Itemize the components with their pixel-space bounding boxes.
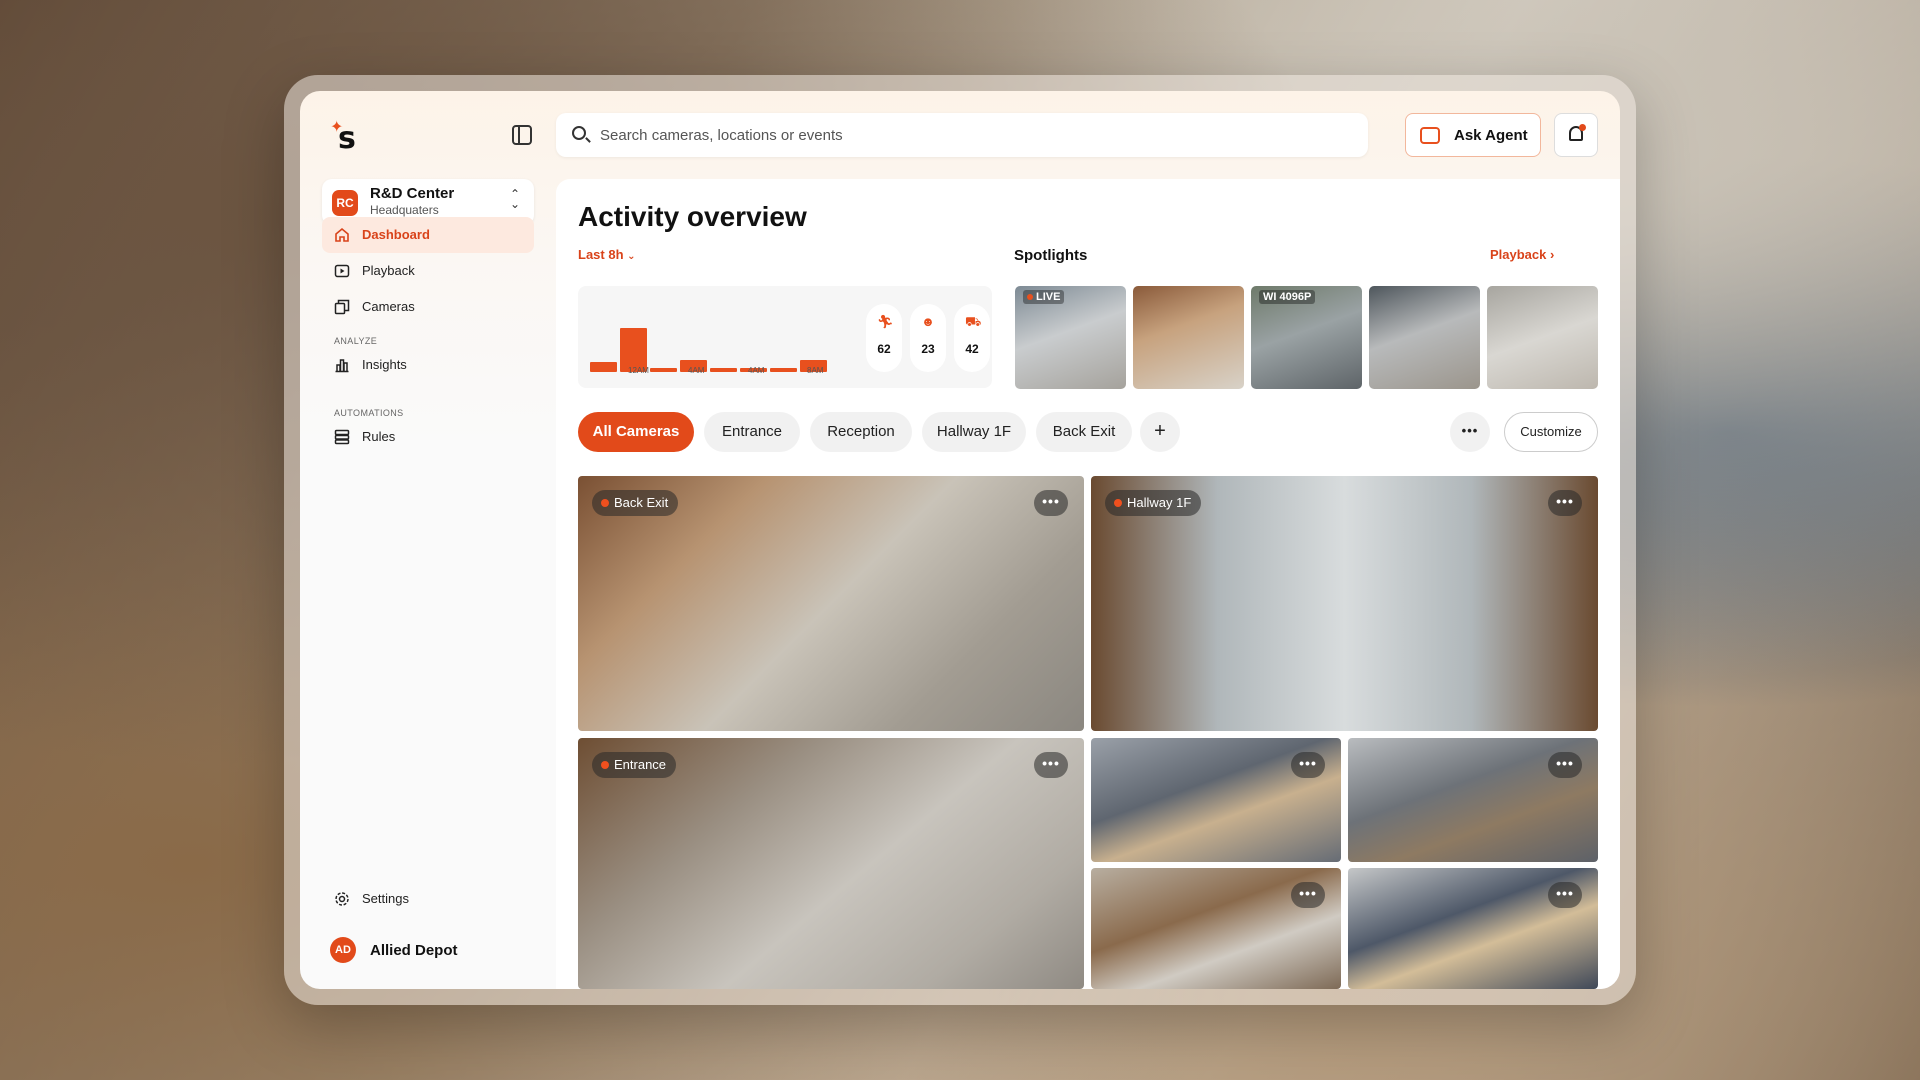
chevron-up-down-icon: ⌃ ⌄ xyxy=(509,187,520,211)
metric-people[interactable]: 🏃︎ 62 xyxy=(866,304,902,372)
camera-feed[interactable]: ••• xyxy=(1091,868,1341,989)
camera-label: Back Exit xyxy=(592,490,679,516)
tick-label: 4AM xyxy=(688,366,705,375)
search-bar xyxy=(556,113,1368,157)
camera-label: Hallway 1F xyxy=(1105,490,1202,516)
workspace-badge: RC xyxy=(332,190,358,216)
user-name: Allied Depot xyxy=(370,942,458,959)
spotlight-thumbnail[interactable] xyxy=(1133,286,1244,389)
metric-faces[interactable]: ☻ 23 xyxy=(910,304,946,372)
more-options-button[interactable]: ••• xyxy=(1450,412,1490,452)
filter-chip-entrance[interactable]: Entrance xyxy=(704,412,800,452)
spotlight-thumbnail[interactable] xyxy=(1369,286,1480,389)
playback-link-label: Playback xyxy=(1490,247,1547,262)
sidebar-item-label: Dashboard xyxy=(362,227,430,242)
camera-tag: WI 4096P xyxy=(1259,290,1316,304)
search-icon xyxy=(572,126,586,140)
camera-feed-hallway-1f[interactable]: Hallway 1F ••• xyxy=(1091,476,1598,731)
sidebar-item-settings[interactable]: Settings xyxy=(322,881,534,917)
camera-feed-entrance[interactable]: Entrance ••• xyxy=(578,738,1084,989)
chevron-down-icon: ⌄ xyxy=(627,251,636,262)
sidebar: ✦ s RC R&D Center Headquaters ⌃ ⌄ Dashboa… xyxy=(300,91,556,989)
filter-chip-reception[interactable]: Reception xyxy=(810,412,912,452)
sidebar-item-label: Insights xyxy=(362,357,407,372)
nav-section-analyze: ANALYZE xyxy=(334,336,378,346)
workspace-subtitle: Headquaters xyxy=(370,203,439,217)
activity-histogram xyxy=(590,300,840,372)
notification-dot xyxy=(1579,124,1586,131)
add-filter-button[interactable]: + xyxy=(1140,412,1180,452)
filter-chip-back-exit[interactable]: Back Exit xyxy=(1036,412,1132,452)
activity-bar xyxy=(770,368,797,372)
face-icon: ☻ xyxy=(921,314,935,329)
stack-icon xyxy=(334,429,350,445)
activity-bar xyxy=(650,368,677,372)
workspace-name: R&D Center xyxy=(370,185,455,202)
app-window: ✦ s RC R&D Center Headquaters ⌃ ⌄ Dashboa… xyxy=(300,91,1620,989)
sidebar-item-label: Settings xyxy=(362,891,409,906)
activity-chart-card: 12AM 4AM 4AM 8AM 🏃︎ 62 ☻ 23 ⛟ 42 xyxy=(578,286,992,388)
page-title: Activity overview xyxy=(578,201,807,232)
play-icon xyxy=(334,264,350,278)
gear-icon xyxy=(335,892,349,906)
camera-more-button[interactable]: ••• xyxy=(1548,752,1582,778)
sidebar-item-label: Cameras xyxy=(362,299,415,314)
metric-value: 62 xyxy=(877,342,891,356)
camera-more-button[interactable]: ••• xyxy=(1548,490,1582,516)
sidebar-item-label: Rules xyxy=(362,429,396,444)
sidebar-item-insights[interactable]: Insights xyxy=(322,347,534,383)
camera-more-button[interactable]: ••• xyxy=(1548,882,1582,908)
search-input[interactable] xyxy=(600,123,1340,147)
ask-agent-button[interactable]: Ask Agent xyxy=(1405,113,1541,157)
chevron-right-icon: › xyxy=(1550,247,1555,262)
time-range-label: Last 8h xyxy=(578,247,624,262)
activity-bar xyxy=(590,362,617,372)
spotlight-thumbnail[interactable] xyxy=(1487,286,1598,389)
sidebar-item-playback[interactable]: Playback xyxy=(322,253,534,289)
brand-logo[interactable]: ✦ s xyxy=(330,119,364,156)
bar-chart-icon xyxy=(335,359,349,373)
spotlight-thumbnail[interactable]: WI 4096P xyxy=(1251,286,1362,389)
time-range-dropdown[interactable]: Last 8h ⌄ xyxy=(578,247,636,262)
metric-value: 23 xyxy=(921,342,935,356)
tick-label: 12AM xyxy=(628,366,649,375)
camera-feed[interactable]: ••• xyxy=(1348,738,1598,862)
nav-section-automations: AUTOMATIONS xyxy=(334,408,404,418)
person-walking-icon: 🏃︎ xyxy=(877,314,894,329)
camera-label: Entrance xyxy=(592,752,677,778)
playback-link[interactable]: Playback › xyxy=(1490,247,1554,262)
cameras-icon xyxy=(334,299,350,315)
ask-agent-label: Ask Agent xyxy=(1454,127,1528,144)
sidebar-item-cameras[interactable]: Cameras xyxy=(322,289,534,325)
sidebar-item-dashboard[interactable]: Dashboard xyxy=(322,217,534,253)
metric-vehicles[interactable]: ⛟ 42 xyxy=(954,304,990,372)
car-icon: ⛟ xyxy=(965,314,982,329)
camera-more-button[interactable]: ••• xyxy=(1291,882,1325,908)
tick-label: 8AM xyxy=(807,366,824,375)
tick-label: 4AM xyxy=(748,366,765,375)
home-icon xyxy=(335,227,349,242)
camera-feed-back-exit[interactable]: Back Exit ••• xyxy=(578,476,1084,731)
customize-button[interactable]: Customize xyxy=(1504,412,1598,452)
main-panel: Activity overview Last 8h ⌄ 12AM 4AM 4AM… xyxy=(556,179,1620,989)
notifications-button[interactable] xyxy=(1554,113,1598,157)
sidebar-item-label: Playback xyxy=(362,263,415,278)
sidebar-item-rules[interactable]: Rules xyxy=(322,419,534,455)
metric-value: 42 xyxy=(965,342,979,356)
sidebar-collapse-icon[interactable] xyxy=(512,125,532,145)
camera-feed[interactable]: ••• xyxy=(1348,868,1598,989)
spotlights-title: Spotlights xyxy=(1014,247,1088,264)
logo-letter: s xyxy=(338,121,356,156)
activity-bar xyxy=(710,368,737,372)
camera-more-button[interactable]: ••• xyxy=(1034,490,1068,516)
spotlight-thumbnail[interactable]: LIVE xyxy=(1015,286,1126,389)
camera-more-button[interactable]: ••• xyxy=(1291,752,1325,778)
filter-chip-hallway-1f[interactable]: Hallway 1F xyxy=(922,412,1026,452)
camera-feed[interactable]: ••• xyxy=(1091,738,1341,862)
live-badge: LIVE xyxy=(1023,290,1065,304)
filter-chip-all-cameras[interactable]: All Cameras xyxy=(578,412,694,452)
agent-icon xyxy=(1420,127,1440,144)
avatar: AD xyxy=(330,937,356,963)
camera-more-button[interactable]: ••• xyxy=(1034,752,1068,778)
